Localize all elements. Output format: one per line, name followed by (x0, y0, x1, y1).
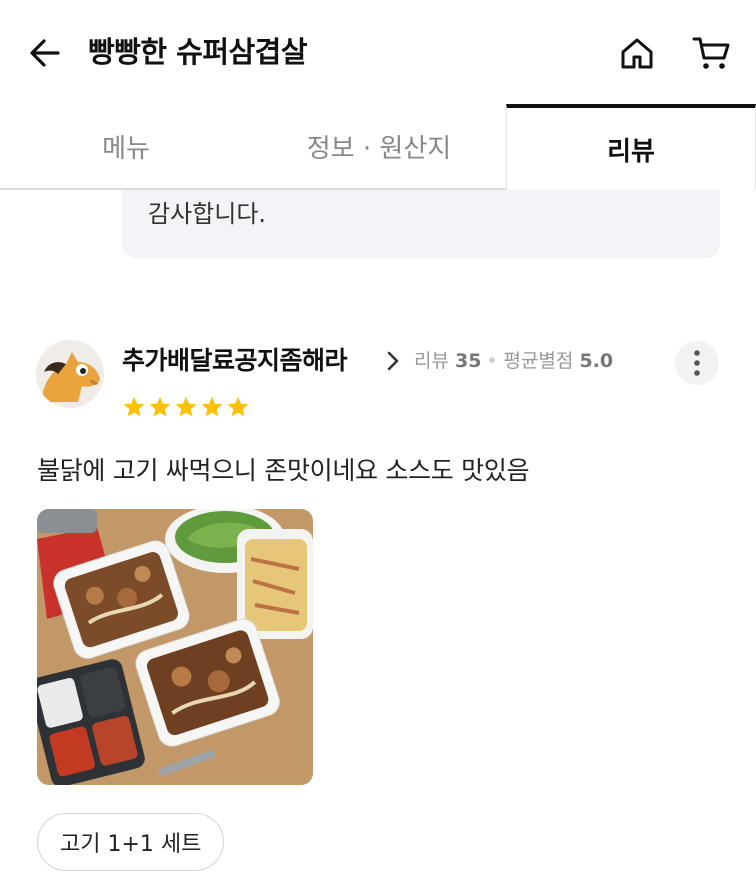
more-options-button[interactable] (675, 341, 719, 385)
home-button[interactable] (614, 30, 660, 76)
avg-rating: 5.0 (579, 350, 614, 372)
tab-review[interactable]: 리뷰 (506, 104, 756, 190)
avatar[interactable] (36, 340, 104, 408)
tab-menu[interactable]: 메뉴 (0, 104, 252, 190)
reviewer-stats: 리뷰 35 평균별점 5.0 (414, 347, 613, 375)
chevron-right-icon[interactable] (381, 348, 405, 374)
star-icon (227, 396, 249, 417)
arrow-left-icon (30, 39, 60, 67)
owner-reply-text: 감사합니다. (148, 200, 267, 228)
cart-button[interactable] (686, 30, 736, 76)
ordered-menu-chip[interactable]: 고기 1+1 세트 (37, 813, 225, 871)
review-photo[interactable] (37, 509, 313, 785)
star-icon (149, 396, 171, 417)
star-icon (201, 396, 223, 417)
star-icon (123, 396, 145, 417)
owner-reply-box: 감사합니다. (122, 190, 720, 258)
back-button[interactable] (22, 30, 68, 76)
home-icon (621, 38, 653, 69)
review-count: 35 (455, 350, 482, 372)
rating-stars (122, 394, 250, 420)
reviewer-name[interactable]: 추가배달료공지좀해라 (122, 342, 348, 380)
store-title: 빵빵한 슈퍼삼겹살 (88, 35, 308, 69)
star-icon (175, 396, 197, 417)
tab-bar: 메뉴 정보 · 원산지 리뷰 (0, 104, 756, 190)
avg-rating-label: 평균별점 (503, 350, 574, 372)
cart-icon (692, 37, 730, 69)
review-count-label: 리뷰 (414, 350, 449, 372)
tab-info-origin[interactable]: 정보 · 원산지 (252, 104, 506, 190)
review-text: 불닭에 고기 싸먹으니 존맛이네요 소스도 맛있음 (37, 456, 530, 485)
separator-dot (489, 357, 496, 363)
horse-avatar-icon (36, 340, 104, 408)
more-vertical-icon (694, 350, 700, 376)
app-header: 빵빵한 슈퍼삼겹살 (0, 0, 756, 104)
